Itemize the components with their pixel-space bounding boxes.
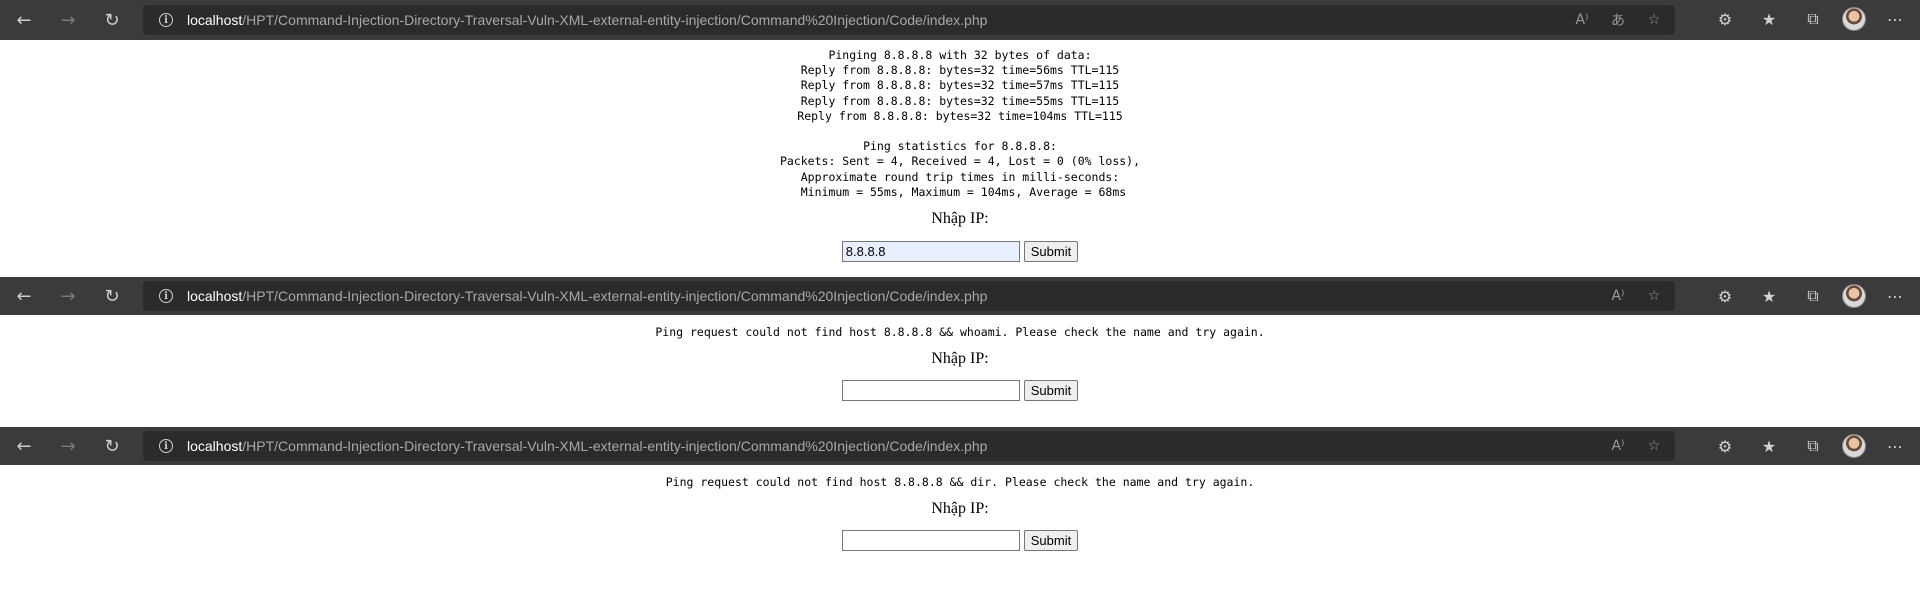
address-bar[interactable]: i localhost/HPT/Command-Injection-Direct… — [143, 281, 1675, 311]
submit-button[interactable]: Submit — [1023, 530, 1079, 552]
read-aloud-icon[interactable]: A⁾ — [1607, 438, 1629, 454]
forward-arrow-icon[interactable]: → — [54, 6, 82, 34]
address-bar-icons: A⁾ あ ☆ — [1571, 5, 1665, 35]
ip-label: Nhập IP: — [931, 210, 989, 228]
browser-window-2: ← → ↻ i localhost/HPT/Command-Injection-… — [0, 277, 1920, 427]
ip-label: Nhập IP: — [931, 350, 989, 368]
add-favorite-icon[interactable]: ☆ — [1643, 12, 1665, 28]
ip-form: Submit — [0, 530, 1920, 552]
browser-toolbar: ← → ↻ i localhost/HPT/Command-Injection-… — [0, 0, 1920, 40]
refresh-icon[interactable]: ↻ — [98, 432, 126, 460]
more-icon[interactable]: ⋯ — [1880, 10, 1910, 29]
back-arrow-icon[interactable]: ← — [10, 6, 38, 34]
command-output: Ping request could not find host 8.8.8.8… — [665, 475, 1255, 489]
ip-form: Submit — [0, 241, 1920, 263]
submit-button[interactable]: Submit — [1023, 241, 1079, 263]
page-content: Ping request could not find host 8.8.8.8… — [0, 315, 1920, 427]
collections-icon[interactable]: ⧉ — [1798, 436, 1828, 456]
url-text[interactable]: localhost/HPT/Command-Injection-Director… — [187, 288, 987, 304]
address-bar[interactable]: i localhost/HPT/Command-Injection-Direct… — [143, 431, 1675, 461]
collections-icon[interactable]: ⧉ — [1798, 286, 1828, 306]
refresh-icon[interactable]: ↻ — [98, 282, 126, 310]
info-icon[interactable]: i — [159, 439, 173, 453]
command-output: Ping request could not find host 8.8.8.8… — [655, 325, 1265, 339]
url-text[interactable]: localhost/HPT/Command-Injection-Director… — [187, 12, 987, 28]
extensions-icon[interactable]: ⚙ — [1710, 287, 1740, 306]
url-text[interactable]: localhost/HPT/Command-Injection-Director… — [187, 438, 987, 454]
browser-window-3: ← → ↻ i localhost/HPT/Command-Injection-… — [0, 427, 1920, 552]
address-bar-icons: A⁾ ☆ — [1607, 281, 1665, 311]
info-icon[interactable]: i — [159, 289, 173, 303]
browser-toolbar: ← → ↻ i localhost/HPT/Command-Injection-… — [0, 277, 1920, 315]
add-favorite-icon[interactable]: ☆ — [1643, 438, 1665, 454]
read-aloud-icon[interactable]: A⁾ — [1607, 288, 1629, 304]
more-icon[interactable]: ⋯ — [1880, 437, 1910, 456]
back-arrow-icon[interactable]: ← — [10, 282, 38, 310]
ip-input[interactable] — [841, 530, 1020, 552]
profile-avatar[interactable] — [1842, 7, 1866, 31]
favorites-icon[interactable]: ★ — [1754, 437, 1784, 456]
favorites-icon[interactable]: ★ — [1754, 10, 1784, 29]
page-content: Ping request could not find host 8.8.8.8… — [0, 465, 1920, 552]
refresh-icon[interactable]: ↻ — [98, 6, 126, 34]
toolbar-right: ⚙ ★ ⧉ ⋯ — [1710, 427, 1910, 465]
ip-input[interactable] — [841, 241, 1020, 263]
profile-avatar[interactable] — [1842, 434, 1866, 458]
command-output: Pinging 8.8.8.8 with 32 bytes of data: R… — [779, 48, 1141, 199]
read-aloud-icon[interactable]: A⁾ — [1571, 12, 1593, 28]
browser-window-1: ← → ↻ i localhost/HPT/Command-Injection-… — [0, 0, 1920, 277]
back-arrow-icon[interactable]: ← — [10, 432, 38, 460]
ip-form: Submit — [0, 380, 1920, 402]
collections-icon[interactable]: ⧉ — [1798, 9, 1828, 29]
toolbar-right: ⚙ ★ ⧉ ⋯ — [1710, 0, 1910, 38]
add-favorite-icon[interactable]: ☆ — [1643, 288, 1665, 304]
translate-icon[interactable]: あ — [1607, 10, 1629, 30]
page-content: Pinging 8.8.8.8 with 32 bytes of data: R… — [0, 40, 1920, 277]
extensions-icon[interactable]: ⚙ — [1710, 10, 1740, 29]
forward-arrow-icon[interactable]: → — [54, 432, 82, 460]
favorites-icon[interactable]: ★ — [1754, 287, 1784, 306]
extensions-icon[interactable]: ⚙ — [1710, 437, 1740, 456]
address-bar-icons: A⁾ ☆ — [1607, 431, 1665, 461]
address-bar[interactable]: i localhost/HPT/Command-Injection-Direct… — [143, 5, 1675, 35]
submit-button[interactable]: Submit — [1023, 380, 1079, 402]
profile-avatar[interactable] — [1842, 284, 1866, 308]
ip-label: Nhập IP: — [931, 500, 989, 518]
forward-arrow-icon[interactable]: → — [54, 282, 82, 310]
info-icon[interactable]: i — [159, 13, 173, 27]
more-icon[interactable]: ⋯ — [1880, 287, 1910, 306]
ip-input[interactable] — [841, 380, 1020, 402]
browser-toolbar: ← → ↻ i localhost/HPT/Command-Injection-… — [0, 427, 1920, 465]
toolbar-right: ⚙ ★ ⧉ ⋯ — [1710, 277, 1910, 315]
